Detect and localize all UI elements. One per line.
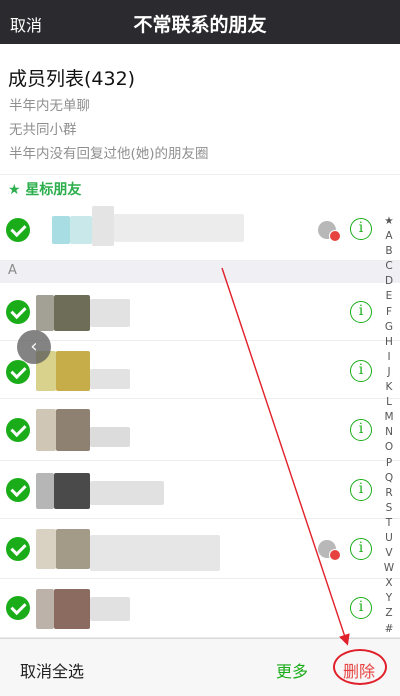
contact-row[interactable]: i — [0, 579, 400, 638]
index-letter[interactable]: X — [381, 576, 397, 591]
section-header-a: A — [0, 261, 400, 283]
index-letter[interactable]: S — [381, 501, 397, 516]
blurred-avatar — [36, 529, 56, 569]
checked-icon[interactable] — [6, 596, 30, 620]
index-letter[interactable]: J — [381, 365, 397, 380]
checked-icon[interactable] — [6, 218, 30, 242]
page-title: 不常联系的朋友 — [133, 14, 267, 36]
index-letter[interactable]: Y — [381, 591, 397, 606]
index-letter[interactable]: P — [381, 456, 397, 471]
criteria-line: 半年内没有回复过他(她)的朋友圈 — [9, 146, 209, 162]
starred-section-header: ★ 星标朋友 — [0, 174, 400, 200]
section-letter: A — [8, 263, 17, 278]
blurred-name — [90, 481, 164, 505]
info-icon[interactable]: i — [350, 360, 372, 382]
blurred-avatar — [36, 409, 56, 451]
blurred-avatar — [54, 295, 90, 331]
info-icon[interactable]: i — [350, 301, 372, 323]
info-icon[interactable]: i — [350, 479, 372, 501]
info-icon[interactable]: i — [350, 419, 372, 441]
blurred-avatar — [36, 473, 54, 509]
index-letter[interactable]: K — [381, 380, 397, 395]
criteria-line: 无共同小群 — [9, 122, 77, 138]
blurred-avatar — [56, 409, 90, 451]
index-letter[interactable]: C — [381, 259, 397, 274]
blocked-moments-icon — [318, 221, 340, 241]
blurred-avatar — [36, 295, 54, 331]
index-letter[interactable]: O — [381, 440, 397, 455]
index-letter[interactable]: V — [381, 546, 397, 561]
info-icon[interactable]: i — [350, 218, 372, 240]
blurred-name — [92, 206, 114, 246]
index-letter[interactable]: ★ — [381, 214, 397, 229]
blurred-avatar — [56, 529, 90, 569]
blurred-name — [90, 369, 130, 389]
index-letter[interactable]: B — [381, 244, 397, 259]
blurred-avatar — [56, 351, 90, 391]
blurred-avatar — [54, 473, 90, 509]
more-button[interactable]: 更多 — [276, 658, 308, 682]
blurred-name — [114, 214, 244, 242]
member-list-heading: 成员列表(432) — [8, 68, 136, 90]
blurred-avatar — [70, 216, 92, 244]
index-letter[interactable]: T — [381, 516, 397, 531]
blurred-name — [90, 535, 220, 571]
index-letter[interactable]: Q — [381, 471, 397, 486]
checked-icon[interactable] — [6, 418, 30, 442]
index-letter[interactable]: Z — [381, 606, 397, 621]
index-letter[interactable]: E — [381, 289, 397, 304]
contact-row[interactable]: i — [0, 341, 400, 399]
blurred-avatar — [52, 216, 70, 244]
blurred-name — [90, 427, 130, 447]
index-letter[interactable]: G — [381, 320, 397, 335]
summary-panel: 成员列表(432) 半年内无单聊 无共同小群 半年内没有回复过他(她)的朋友圈 — [0, 44, 400, 174]
checked-icon[interactable] — [6, 478, 30, 502]
blocked-moments-icon — [318, 540, 340, 560]
checked-icon[interactable] — [6, 300, 30, 324]
index-letter[interactable]: H — [381, 335, 397, 350]
index-letter[interactable]: U — [381, 531, 397, 546]
info-icon[interactable]: i — [350, 597, 372, 619]
index-letter[interactable]: R — [381, 486, 397, 501]
annotation-circle — [333, 649, 387, 685]
blurred-avatar — [36, 589, 54, 629]
back-chevron-icon[interactable]: ‹ — [17, 330, 51, 364]
checked-icon[interactable] — [6, 537, 30, 561]
blurred-name — [90, 597, 130, 621]
index-letter[interactable]: M — [381, 410, 397, 425]
contact-row[interactable]: i — [0, 200, 400, 261]
starred-section-label: ★ 星标朋友 — [8, 182, 82, 198]
contact-row[interactable]: i — [0, 461, 400, 519]
contact-row[interactable]: i — [0, 283, 400, 341]
title-bar: 取消 不常联系的朋友 — [0, 0, 400, 44]
blurred-avatar — [54, 589, 90, 629]
contact-row[interactable]: i — [0, 399, 400, 461]
index-letter[interactable]: W — [381, 561, 397, 576]
checked-icon[interactable] — [6, 360, 30, 384]
criteria-line: 半年内无单聊 — [9, 98, 90, 114]
deselect-all-button[interactable]: 取消全选 — [20, 658, 84, 682]
index-letter[interactable]: A — [381, 229, 397, 244]
index-letter[interactable]: # — [381, 622, 397, 637]
index-letter[interactable]: D — [381, 274, 397, 289]
contact-row[interactable]: i — [0, 519, 400, 579]
blurred-name — [90, 299, 130, 327]
index-letter[interactable]: N — [381, 425, 397, 440]
alphabet-index[interactable]: ★ A B C D E F G H I J K L M N O P Q R S T U V W X Y Z # — [381, 214, 397, 637]
info-icon[interactable]: i — [350, 538, 372, 560]
index-letter[interactable]: I — [381, 350, 397, 365]
index-letter[interactable]: F — [381, 305, 397, 320]
index-letter[interactable]: L — [381, 395, 397, 410]
